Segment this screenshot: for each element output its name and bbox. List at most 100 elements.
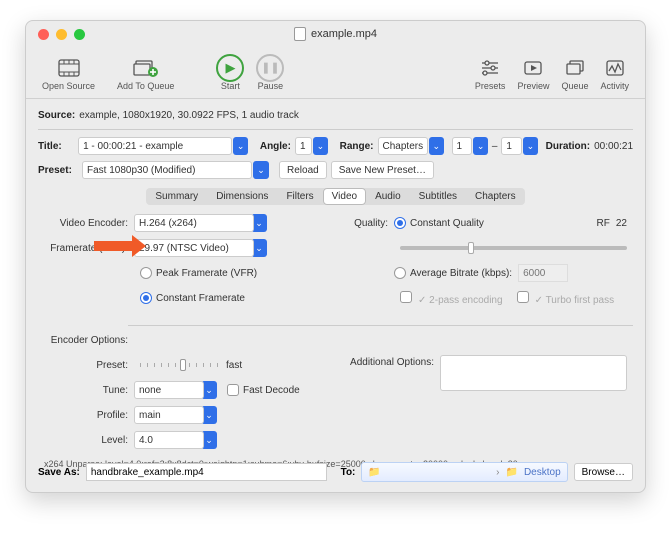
fast-decode-checkbox[interactable] — [227, 384, 239, 396]
additional-options-input[interactable] — [440, 355, 627, 391]
source-row: Source: example, 1080x1920, 30.0922 FPS,… — [38, 105, 633, 125]
preview-icon — [523, 55, 543, 81]
tab-dimensions[interactable]: Dimensions — [207, 188, 277, 205]
chevron-down-icon[interactable]: ⌄ — [473, 137, 487, 155]
tab-chapters[interactable]: Chapters — [466, 188, 525, 205]
profile-label: Profile: — [44, 410, 134, 421]
video-encoder-select[interactable]: H.264 (x264) — [134, 214, 254, 232]
range-label: Range: — [340, 141, 374, 152]
divider — [38, 129, 633, 130]
start-label: Start — [221, 81, 240, 91]
pause-button[interactable]: ❚❚ Pause — [250, 47, 290, 98]
range-to-select[interactable]: 1 — [501, 137, 522, 155]
title-select[interactable]: 1 - 00:00:21 - example — [78, 137, 232, 155]
chevron-down-icon[interactable]: ⌄ — [253, 161, 269, 179]
save-as-label: Save As: — [38, 467, 80, 478]
twopass-checkbox — [400, 291, 412, 303]
preview-button[interactable]: Preview — [511, 47, 555, 98]
pause-icon: ❚❚ — [256, 55, 284, 81]
rf-label: RF — [597, 218, 610, 229]
enc-preset-value: fast — [226, 360, 242, 371]
level-label: Level: — [44, 435, 134, 446]
quality-label: Quality: — [344, 218, 394, 229]
tab-bar: Summary Dimensions Filters Video Audio S… — [146, 188, 524, 205]
range-from-select[interactable]: 1 — [452, 137, 473, 155]
duration-value: 00:00:21 — [594, 141, 633, 152]
window-title-text: example.mp4 — [311, 28, 377, 40]
to-label: To: — [341, 467, 356, 478]
destination-select[interactable]: 📁 › 📁 Desktop — [361, 462, 567, 482]
title-label: Title: — [38, 141, 74, 152]
framerate-select[interactable]: 29.97 (NTSC Video) — [134, 239, 254, 257]
chevron-down-icon[interactable]: ⌄ — [313, 137, 327, 155]
quality-slider[interactable] — [400, 246, 627, 250]
document-icon — [294, 27, 306, 41]
folder-icon: 📁 — [368, 467, 380, 478]
video-encoder-label: Video Encoder: — [44, 218, 134, 229]
start-button[interactable]: ▶ Start — [210, 47, 250, 98]
average-bitrate-label: Average Bitrate (kbps): — [410, 268, 512, 279]
average-bitrate-radio[interactable] — [394, 267, 406, 279]
activity-label: Activity — [600, 81, 629, 91]
add-to-queue-label: Add To Queue — [117, 81, 174, 91]
additional-options-label: Additional Options: — [344, 355, 440, 368]
twopass-label: 2-pass encoding — [429, 295, 502, 306]
presets-button[interactable]: Presets — [469, 47, 512, 98]
level-select[interactable]: 4.0 — [134, 431, 204, 449]
activity-button[interactable]: Activity — [594, 47, 635, 98]
save-as-input[interactable] — [86, 463, 327, 481]
tab-video[interactable]: Video — [323, 188, 366, 205]
presets-label: Presets — [475, 81, 506, 91]
reload-button[interactable]: Reload — [279, 161, 327, 179]
activity-icon — [605, 55, 625, 81]
constant-framerate-radio[interactable] — [140, 292, 152, 304]
duration-label: Duration: — [546, 141, 590, 152]
film-icon — [58, 55, 80, 81]
enc-preset-label: Preset: — [44, 360, 134, 371]
chevron-down-icon[interactable]: ⌄ — [429, 137, 443, 155]
turbo-checkbox — [517, 291, 529, 303]
preview-label: Preview — [517, 81, 549, 91]
encoder-options-label: Encoder Options: — [44, 335, 134, 346]
range-mode-select[interactable]: Chapters — [378, 137, 429, 155]
annotation-arrow — [94, 235, 146, 257]
window-title: example.mp4 — [26, 27, 645, 41]
tune-label: Tune: — [44, 385, 134, 396]
average-bitrate-input[interactable] — [518, 264, 568, 282]
preset-label: Preset: — [38, 165, 78, 176]
sliders-icon — [480, 55, 500, 81]
footer: Save As: To: 📁 › 📁 Desktop Browse… — [38, 462, 633, 482]
preset-select[interactable]: Fast 1080p30 (Modified) — [82, 161, 252, 179]
save-new-preset-button[interactable]: Save New Preset… — [331, 161, 434, 179]
chevron-down-icon[interactable]: ⌄ — [233, 137, 247, 155]
encoder-preset-slider[interactable] — [140, 363, 220, 367]
stack-icon — [565, 55, 585, 81]
angle-select[interactable]: 1 — [295, 137, 312, 155]
browse-button[interactable]: Browse… — [574, 463, 633, 481]
open-source-button[interactable]: Open Source — [36, 47, 101, 98]
titlebar: example.mp4 — [26, 21, 645, 47]
peak-framerate-radio[interactable] — [140, 267, 152, 279]
tab-filters[interactable]: Filters — [277, 188, 322, 205]
constant-quality-label: Constant Quality — [410, 218, 484, 229]
constant-quality-radio[interactable] — [394, 217, 406, 229]
add-to-queue-button[interactable]: Add To Queue — [111, 47, 180, 98]
tab-subtitles[interactable]: Subtitles — [410, 188, 466, 205]
constant-framerate-label: Constant Framerate — [156, 293, 245, 304]
queue-label: Queue — [561, 81, 588, 91]
tab-audio[interactable]: Audio — [366, 188, 410, 205]
angle-label: Angle: — [260, 141, 291, 152]
chevron-down-icon[interactable]: ⌄ — [523, 137, 537, 155]
open-source-label: Open Source — [42, 81, 95, 91]
peak-framerate-label: Peak Framerate (VFR) — [156, 268, 257, 279]
app-window: example.mp4 Open Source Add To Queue ▶ S… — [25, 20, 646, 493]
turbo-label: Turbo first pass — [546, 295, 615, 306]
tab-summary[interactable]: Summary — [146, 188, 207, 205]
tune-select[interactable]: none — [134, 381, 204, 399]
queue-button[interactable]: Queue — [555, 47, 594, 98]
profile-select[interactable]: main — [134, 406, 204, 424]
source-value: example, 1080x1920, 30.0922 FPS, 1 audio… — [79, 110, 299, 121]
folder-icon: 📁 — [506, 467, 518, 478]
range-dash: – — [492, 141, 498, 152]
play-icon: ▶ — [216, 55, 244, 81]
